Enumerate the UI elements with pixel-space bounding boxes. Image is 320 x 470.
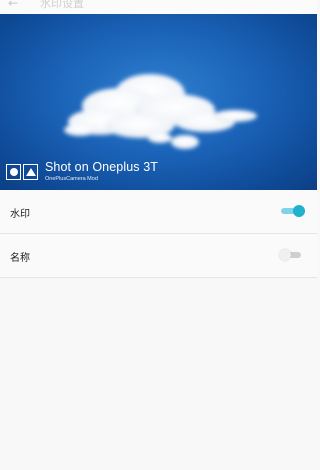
watermark-preview-image: Shot on Oneplus 3T OnePlusCamera Mod (0, 14, 317, 190)
name-toggle[interactable] (279, 249, 305, 261)
circle-icon (10, 168, 18, 176)
triangle-icon (26, 168, 36, 176)
toggle-knob (293, 205, 305, 217)
setting-row-watermark[interactable]: 水印 (0, 190, 317, 234)
oneplus-logo-icon (6, 164, 38, 180)
settings-list: 水印 名称 (0, 190, 317, 278)
logo-circle-box (6, 164, 21, 180)
logo-triangle-box (23, 164, 38, 180)
watermark-title: Shot on Oneplus 3T (45, 160, 158, 174)
toggle-knob (279, 249, 291, 261)
setting-row-name[interactable]: 名称 (0, 234, 317, 278)
page-title: 水印设置 (40, 0, 84, 10)
setting-label-watermark: 水印 (10, 209, 30, 220)
back-arrow-icon[interactable]: ← (8, 0, 18, 10)
app-bar: ← 水印设置 (0, 0, 317, 14)
watermark-toggle[interactable] (281, 205, 305, 217)
cloud-shape (64, 74, 257, 149)
setting-label-name: 名称 (10, 253, 30, 264)
watermark-subtitle: OnePlusCamera Mod (45, 176, 98, 182)
